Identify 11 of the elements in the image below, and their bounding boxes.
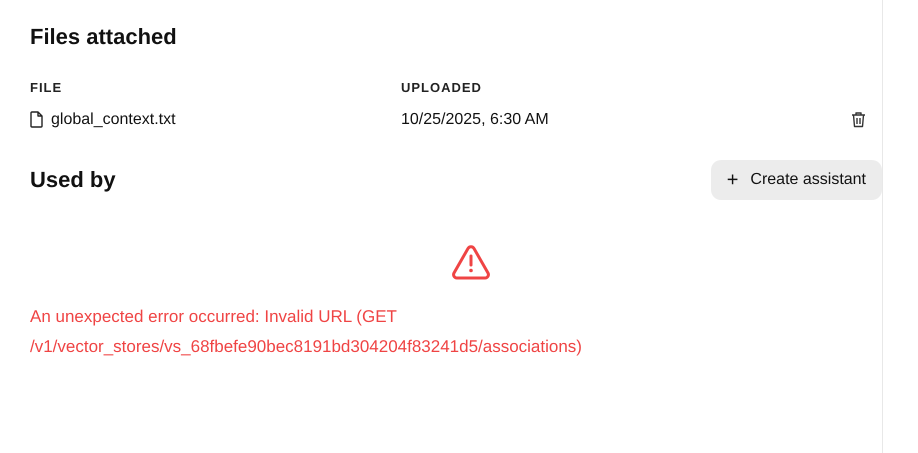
column-header: FILE [30,80,64,95]
create-assistant-button[interactable]: + Create assistant [710,160,882,200]
error-message: An unexpected error occurred: Invalid URL (GET /v1/vector_stores/vs_68fbefe90bec8191bd304204f83241d5/associations) [30,306,583,358]
file-name: global_context.txt [51,110,176,128]
upload-date: 10/25/2025, 6:30 AM [401,110,550,128]
file-icon [30,111,44,128]
warning-icon [451,244,491,280]
section-title: Used by [30,167,116,193]
column-header: UPLOADED [401,80,483,95]
trash-icon [851,111,866,128]
section-title: Files attached [30,24,178,50]
